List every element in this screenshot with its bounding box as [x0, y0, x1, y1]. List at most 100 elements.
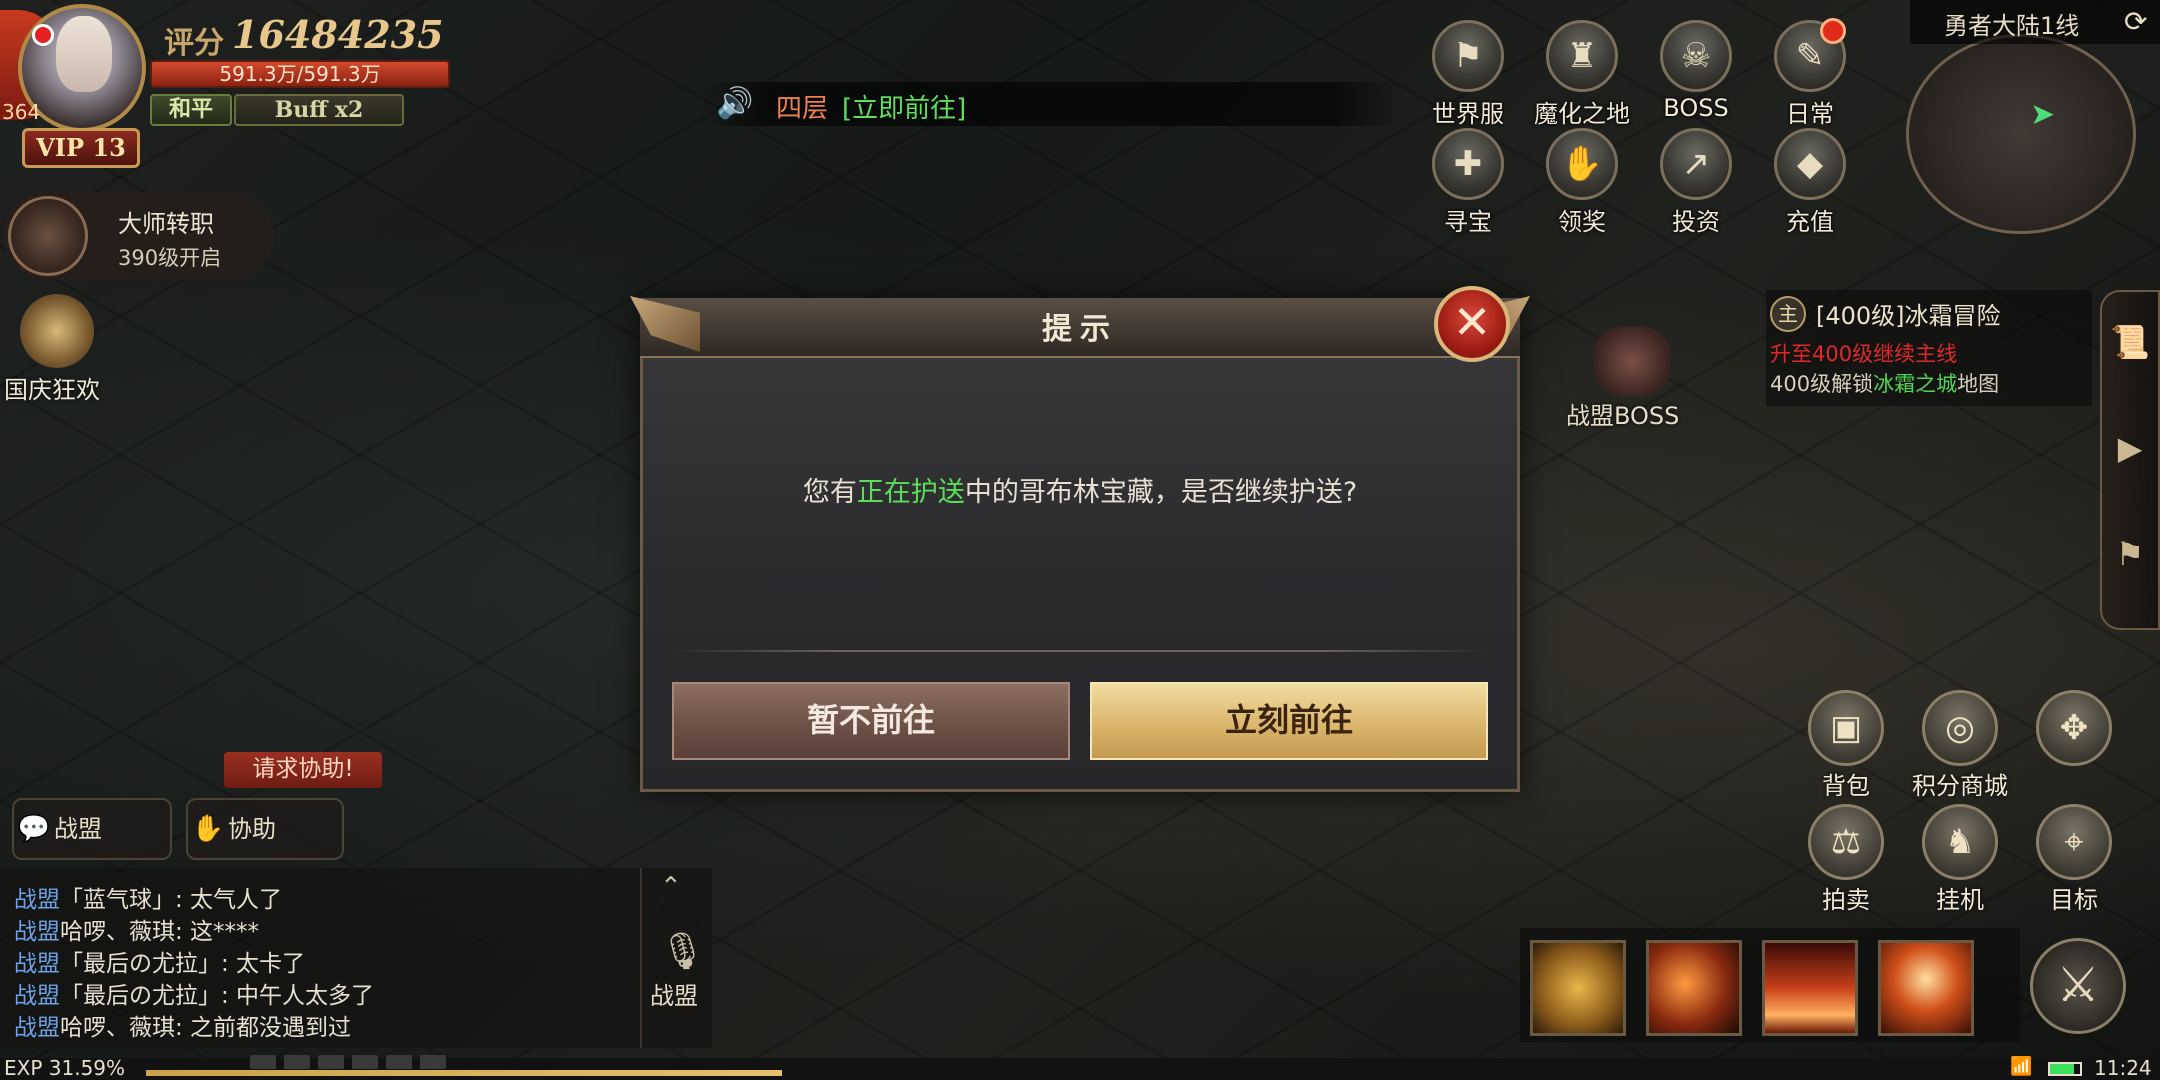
scroll-icon[interactable]: 📜 — [2108, 320, 2152, 364]
wifi-icon: 📶 — [2010, 1056, 2033, 1077]
menu-demon-land-button[interactable]: ♜ 魔化之地 — [1532, 20, 1632, 129]
menu-daily-scroll-button[interactable]: ✎ 日常 — [1760, 20, 1860, 129]
vip-badge[interactable]: VIP 13 — [22, 128, 140, 168]
menu-label: 领奖 — [1558, 208, 1606, 236]
quest-unlock: 400级解锁冰霜之城地图 — [1770, 372, 2000, 396]
menu-label: 魔化之地 — [1534, 100, 1630, 128]
guild-chat-button[interactable]: 💬 战盟 — [12, 798, 172, 860]
chat-channel-tag: 战盟 — [14, 983, 60, 1009]
microphone-icon[interactable]: 🎙 — [660, 930, 706, 972]
server-line-label[interactable]: 勇者大陆1线 — [1944, 6, 2079, 41]
chat-message-text: 哈啰、薇琪: 之前都没遇到过 — [60, 1015, 352, 1041]
guild-boss-label: 战盟BOSS — [1566, 402, 1680, 430]
buff-indicator[interactable]: Buff x2 — [234, 94, 404, 126]
score-label: 评分 — [164, 26, 224, 61]
function-label: 拍卖 — [1822, 886, 1870, 914]
master-job-title: 大师转职 — [118, 210, 214, 238]
skill-slot-1-dragon-icon[interactable] — [1530, 940, 1626, 1036]
chat-message-text: 「蓝气球」: 太气人了 — [60, 887, 283, 913]
function-label: 目标 — [2050, 886, 2098, 914]
points-shop-button[interactable]: ◎ 积分商城 — [1910, 690, 2010, 801]
not-now-button[interactable]: 暂不前往 — [672, 682, 1070, 760]
menu-world-server-button[interactable]: ⚑ 世界服 — [1418, 20, 1518, 129]
refresh-icon[interactable]: ⟳ — [2124, 6, 2156, 38]
assist-button[interactable]: ✋ 协助 — [186, 798, 344, 860]
skill-slot-4-fire-burst-icon[interactable] — [1878, 940, 1974, 1036]
chat-channel-label[interactable]: 战盟 — [650, 976, 698, 1011]
menu-treasure-gift-button[interactable]: ✚ 寻宝 — [1418, 128, 1518, 237]
chat-bubble-icon: 💬 — [17, 814, 51, 844]
chat-message[interactable]: 战盟哈啰、薇琪: 这**** — [14, 912, 259, 946]
demon-land-icon: ♜ — [1546, 20, 1618, 92]
announcement-text: 四层 — [776, 94, 829, 124]
exp-percent: EXP 31.59% — [4, 1056, 126, 1080]
invest-coins-icon: ↗ — [1660, 128, 1732, 200]
menu-label: 日常 — [1786, 100, 1834, 128]
master-job-requirement: 390级开启 — [118, 246, 222, 270]
flag-icon[interactable]: ⚑ — [2108, 532, 2152, 576]
dialog-message: 您有正在护送中的哥布林宝藏，是否继续护送? — [802, 477, 1358, 508]
main-quest-tag: 主 — [1770, 296, 1806, 332]
compass-icon: ✥ — [2036, 690, 2112, 766]
function-label: 背包 — [1822, 772, 1870, 800]
chat-message-text: 「最后の尤拉」: 中午人太多了 — [60, 983, 375, 1009]
side-panel-tab[interactable]: 📜 ▶ ⚑ — [2100, 290, 2160, 630]
compass-button[interactable]: ✥ — [2024, 690, 2124, 766]
chat-expand-icon[interactable]: ⌃ — [660, 872, 682, 902]
chat-message[interactable]: 战盟「蓝气球」: 太气人了 — [14, 880, 282, 914]
chat-channel-tag: 战盟 — [14, 919, 60, 945]
national-day-event-label: 国庆狂欢 — [4, 376, 100, 404]
backpack-icon: ▣ — [1808, 690, 1884, 766]
handshake-icon: ✋ — [191, 814, 225, 844]
dialog-divider — [672, 650, 1488, 652]
auction-scale-button[interactable]: ⚖ 拍卖 — [1796, 804, 1896, 915]
auto-battle-button[interactable]: ♞ 挂机 — [1910, 804, 2010, 915]
menu-label: 投资 — [1672, 208, 1720, 236]
chat-message[interactable]: 战盟哈啰、薇琪: 之前都没遇到过 — [14, 1008, 351, 1042]
points-shop-icon: ◎ — [1922, 690, 1998, 766]
menu-label: 世界服 — [1432, 100, 1504, 128]
play-arrow-icon[interactable]: ▶ — [2108, 426, 2152, 470]
guild-boss-icon[interactable] — [1594, 326, 1670, 396]
battery-level — [2050, 1064, 2074, 1074]
player-level: 364 — [2, 100, 41, 124]
minimap[interactable] — [1906, 34, 2136, 234]
announcement-go-link[interactable]: [立即前往] — [842, 88, 966, 125]
dialog-close-button[interactable]: ✕ — [1434, 286, 1510, 362]
request-help-tag[interactable]: 请求协助! — [224, 752, 382, 788]
chat-channel-tag: 战盟 — [14, 1015, 60, 1041]
auto-battle-icon: ♞ — [1922, 804, 1998, 880]
treasure-gift-icon: ✚ — [1432, 128, 1504, 200]
menu-reward-hand-button[interactable]: ✋ 领奖 — [1532, 128, 1632, 237]
hp-bar: 591.3万/591.3万 — [150, 60, 450, 88]
exp-fill — [146, 1070, 782, 1076]
clock: 11:24 — [2094, 1056, 2152, 1080]
skill-slot-2-meteor-icon[interactable] — [1646, 940, 1742, 1036]
notification-dot — [32, 24, 54, 46]
chat-message[interactable]: 战盟「最后の尤拉」: 中午人太多了 — [14, 976, 374, 1010]
chat-channel-tag: 战盟 — [14, 887, 60, 913]
chat-message-text: 「最后の尤拉」: 太卡了 — [60, 951, 306, 977]
attack-crossed-swords-icon[interactable]: ⚔ — [2030, 938, 2126, 1034]
menu-label: BOSS — [1663, 94, 1729, 122]
quest-title[interactable]: [400级]冰霜冒险 — [1816, 296, 2001, 331]
menu-invest-coins-button[interactable]: ↗ 投资 — [1646, 128, 1746, 237]
skill-slot-3-flame-pillar-icon[interactable] — [1762, 940, 1858, 1036]
quest-hint: 升至400级继续主线 — [1770, 342, 1958, 366]
national-day-event-icon[interactable] — [20, 294, 94, 368]
chat-message-text: 哈啰、薇琪: 这**** — [60, 919, 260, 945]
target-button[interactable]: ⌖ 目标 — [2024, 804, 2124, 915]
chat-message[interactable]: 战盟「最后の尤拉」: 太卡了 — [14, 944, 305, 978]
pk-mode-toggle[interactable]: 和平 — [150, 94, 232, 126]
auction-scale-icon: ⚖ — [1808, 804, 1884, 880]
master-job-icon — [8, 196, 88, 276]
go-now-button[interactable]: 立刻前往 — [1090, 682, 1488, 760]
recharge-diamond-icon: ◆ — [1774, 128, 1846, 200]
menu-recharge-diamond-button[interactable]: ◆ 充值 — [1760, 128, 1860, 237]
dialog-title: 提示 — [1042, 312, 1118, 347]
avatar-portrait — [56, 16, 112, 92]
reward-hand-icon: ✋ — [1546, 128, 1618, 200]
menu-label: 充值 — [1786, 208, 1834, 236]
menu-boss-skull-button[interactable]: ☠ BOSS — [1646, 20, 1746, 122]
backpack-button[interactable]: ▣ 背包 — [1796, 690, 1896, 801]
